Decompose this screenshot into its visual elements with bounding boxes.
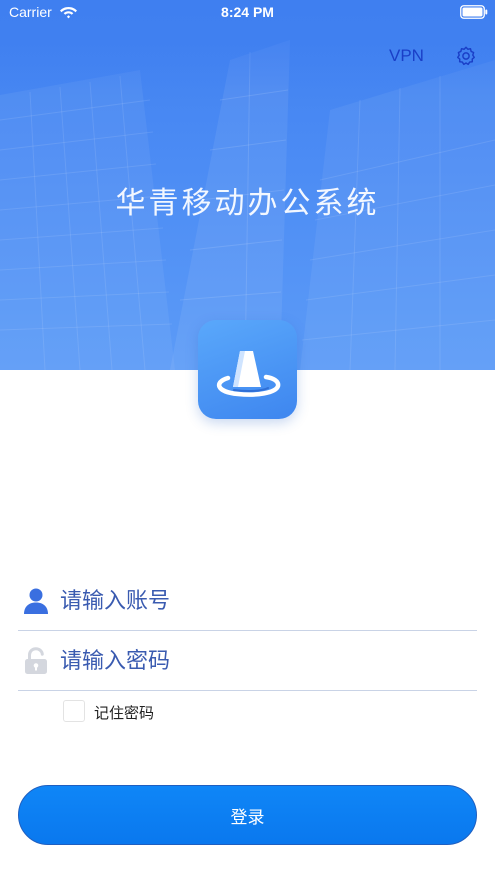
battery-icon bbox=[460, 5, 488, 19]
header-banner: Carrier 8:24 PM VPN 华青移动办公系统 bbox=[0, 0, 495, 370]
app-logo bbox=[198, 320, 297, 419]
password-input[interactable] bbox=[60, 643, 470, 679]
login-button[interactable]: 登录 bbox=[18, 785, 477, 845]
app-title: 华青移动办公系统 bbox=[115, 186, 380, 221]
gear-icon[interactable] bbox=[455, 45, 477, 67]
password-field-row bbox=[18, 633, 477, 691]
status-bar: Carrier 8:24 PM bbox=[0, 0, 495, 26]
app-logo-icon bbox=[216, 351, 281, 397]
account-field-row bbox=[18, 573, 477, 631]
vpn-button[interactable]: VPN bbox=[389, 46, 424, 66]
remember-password-checkbox[interactable] bbox=[63, 700, 85, 722]
lock-icon bbox=[25, 647, 47, 674]
user-icon bbox=[24, 588, 48, 614]
account-input[interactable] bbox=[60, 583, 470, 619]
remember-password-label: 记住密码 bbox=[94, 704, 155, 722]
login-screen: Carrier 8:24 PM VPN 华青移动办公系统 请输入账号 记住密码 … bbox=[0, 0, 495, 881]
status-time: 8:24 PM bbox=[221, 4, 274, 20]
